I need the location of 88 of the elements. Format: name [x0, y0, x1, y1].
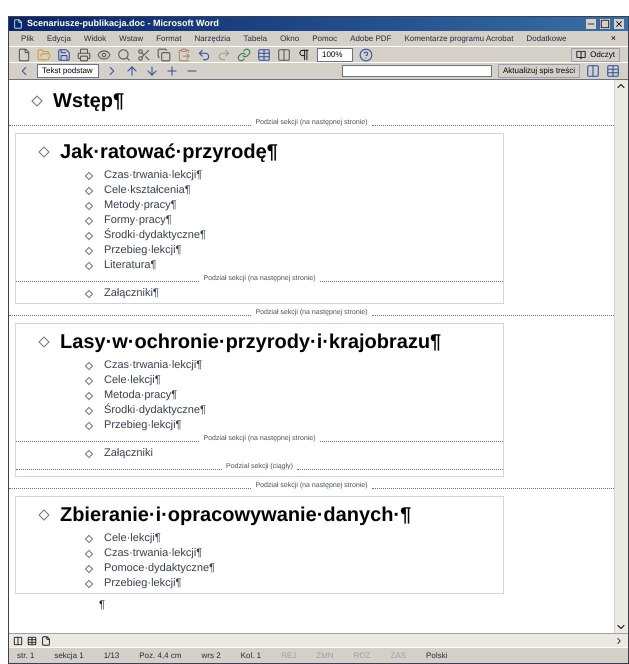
status-text: 1/13 [104, 650, 120, 662]
undo-icon[interactable] [197, 48, 211, 62]
minimize-button[interactable] [586, 19, 596, 29]
outline-symbol[interactable] [84, 289, 94, 298]
status-text: wrs 2 [202, 650, 221, 662]
window-title: Scenariusze-publikacja.doc - Microsoft Word [27, 17, 220, 30]
item-text: Przebieg·lekcji¶ [104, 418, 182, 434]
menu-item[interactable]: Adobe PDF [350, 32, 392, 44]
menu-item[interactable]: Wstaw [119, 32, 144, 44]
paragraph-mark: ¶ [99, 598, 105, 613]
clipboard-icon[interactable] [177, 48, 191, 62]
item-text: Czas·trwania·lekcji¶ [104, 358, 202, 374]
menu-item[interactable]: Narzędzia [194, 32, 230, 44]
item-text: Cele·kształcenia¶ [104, 183, 191, 198]
document-icon [13, 19, 23, 29]
level-field[interactable] [342, 65, 492, 77]
item-text: Załączniki¶ [104, 286, 159, 302]
item-text: Pomoce·dydaktyczne¶ [104, 561, 216, 576]
copy-icon[interactable] [157, 48, 171, 62]
book-icon [576, 50, 586, 60]
outline-symbol[interactable] [84, 449, 94, 458]
outline-symbol[interactable] [38, 509, 50, 521]
item-text: Metoda·pracy¶ [104, 388, 178, 403]
status-text: Poz. 4,4 cm [139, 650, 182, 662]
menu-item[interactable]: Widok [84, 32, 106, 44]
expand-icon[interactable] [165, 64, 179, 78]
outline-symbol[interactable] [38, 146, 50, 158]
status-text: sekcja 1 [54, 650, 84, 662]
item-text: Czas·trwania·lekcji¶ [104, 168, 202, 184]
save-icon[interactable] [57, 48, 71, 62]
item-text: Przebieg·lekcji¶ [104, 576, 182, 592]
help-icon[interactable] [359, 48, 373, 62]
status-text: ZMN [316, 650, 334, 662]
menu-item[interactable]: Format [156, 32, 182, 44]
read-button[interactable]: Odczyt [571, 48, 620, 62]
item-text: Przebieg·lekcji¶ [104, 243, 182, 258]
item-text: Cele·lekcji¶ [104, 531, 161, 546]
heading-text: Jak·ratować·przyrodę¶ [60, 140, 278, 165]
item-text: Cele·lekcji¶ [104, 373, 161, 388]
master-document-icon[interactable] [606, 64, 620, 78]
close-button[interactable] [614, 19, 624, 29]
printer-icon[interactable] [77, 48, 91, 62]
status-text: Kol. 1 [240, 650, 262, 662]
status-text: ROZ [354, 650, 370, 662]
maximize-button[interactable] [600, 19, 610, 29]
item-text: Formy·pracy¶ [104, 213, 172, 228]
columns-icon[interactable] [277, 48, 291, 62]
item-text: Środki·dydaktyczne¶ [104, 402, 206, 418]
move-up-icon[interactable] [125, 64, 139, 78]
view-icon[interactable] [41, 636, 51, 646]
table-icon[interactable] [257, 48, 271, 62]
link-icon[interactable] [237, 48, 251, 62]
menu-item[interactable]: Okno [280, 32, 300, 44]
heading-text: Lasy·w·ochronie·przyrody·i·krajobrazu¶ [60, 330, 442, 355]
view-icon[interactable] [13, 636, 23, 646]
status-text: REJ [281, 650, 296, 662]
menu-item[interactable]: Pomoc [312, 32, 338, 44]
menu-item[interactable]: Tabela [244, 32, 268, 44]
document-map-icon[interactable] [586, 64, 600, 78]
preview-icon[interactable] [97, 48, 111, 62]
status-text: ZAS [390, 650, 406, 662]
zoom-field[interactable]: 100% [317, 48, 353, 62]
pilcrow-icon[interactable] [297, 48, 311, 62]
status-text: str. 1 [17, 650, 34, 662]
new-document-icon[interactable] [17, 48, 31, 62]
menu-item[interactable]: Edycja [46, 32, 71, 44]
scissors-icon[interactable] [137, 48, 151, 62]
menu-item[interactable]: Komentarze programu Acrobat [404, 32, 514, 44]
item-text: Załączniki [104, 446, 153, 462]
heading-text: Zbieranie·i·opracowywanie·danych·¶ [60, 503, 412, 528]
move-down-icon[interactable] [145, 64, 159, 78]
search-icon[interactable] [117, 48, 131, 62]
item-text: Metody·pracy¶ [104, 198, 177, 214]
item-text: Środki·dydaktyczne¶ [104, 227, 206, 244]
item-text: Literatura¶ [104, 258, 156, 274]
horizontal-scrollbar[interactable] [9, 633, 628, 647]
view-icon[interactable] [27, 636, 37, 646]
menu-close[interactable]: × [610, 32, 616, 46]
outline-symbol[interactable] [38, 336, 50, 348]
update-toc-button[interactable]: Aktualizuj spis treści [498, 64, 580, 78]
vertical-scrollbar[interactable] [614, 80, 628, 633]
style-field[interactable]: Tekst podstaw [37, 64, 99, 78]
menu-item[interactable]: Plik [21, 32, 34, 44]
status-text: Polski [426, 650, 448, 662]
heading-text: Wstęp¶ [53, 89, 124, 114]
item-text: Czas·trwania·lekcji¶ [104, 546, 202, 562]
menu-item[interactable]: Dodatkowe [526, 32, 566, 44]
outline-symbol[interactable] [31, 95, 43, 107]
